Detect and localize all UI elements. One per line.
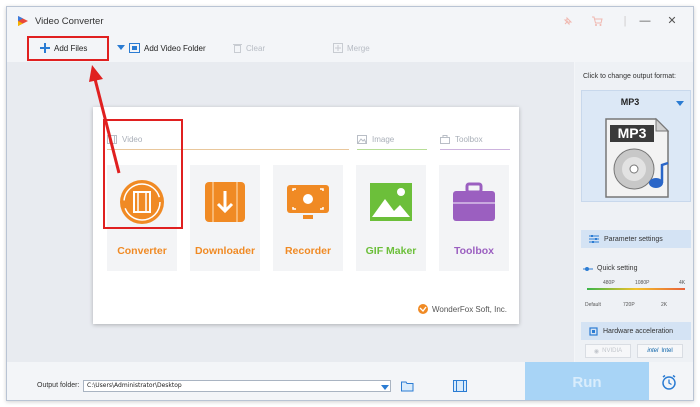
output-side-panel: Click to change output format: MP3 MP3 P… [575, 62, 693, 362]
quick-setting-slider[interactable] [587, 288, 685, 290]
app-window: Video Converter | — ✕ Add Files Add Vide… [6, 6, 694, 401]
intel-option[interactable]: intel Intel [637, 344, 683, 358]
nvidia-option[interactable]: ◉ NVIDIA [585, 344, 631, 358]
recorder-tile[interactable]: Recorder [273, 165, 343, 271]
output-format-selector[interactable]: MP3 MP3 [581, 90, 691, 202]
image-section-line [357, 149, 427, 150]
hardware-acceleration-button[interactable]: Hardware acceleration [581, 322, 691, 340]
intel-label: Intel [661, 348, 673, 354]
gif-maker-label: GIF Maker [365, 245, 417, 257]
tick-4k: 4K [679, 280, 686, 286]
trash-icon [233, 44, 242, 53]
brand: WonderFox Soft, Inc. [418, 304, 507, 314]
chip-icon [589, 326, 598, 336]
parameter-settings-label: Parameter settings [604, 235, 663, 243]
converter-label: Converter [117, 245, 167, 257]
slider-icon [583, 266, 593, 271]
sliders-icon [589, 235, 599, 243]
output-folder-dropdown-icon[interactable] [381, 385, 389, 390]
cart-icon[interactable] [591, 15, 603, 27]
output-format-name: MP3 [620, 97, 640, 107]
main-area: Video Image Toolbox Converter Downloader… [7, 62, 574, 362]
divider-icon: | [623, 15, 627, 27]
output-folder-label: Output folder: [37, 382, 80, 389]
add-video-folder-button[interactable]: Add Video Folder [117, 35, 206, 61]
open-folder-icon[interactable] [401, 381, 415, 392]
app-title: Video Converter [35, 16, 104, 27]
folder-film-icon [129, 43, 140, 53]
output-settings-icon[interactable] [453, 380, 467, 392]
image-mountain-icon [370, 183, 412, 221]
downloader-tile[interactable]: Downloader [190, 165, 260, 271]
output-folder-field[interactable]: C:\Users\Administrator\Desktop [83, 380, 391, 392]
alarm-clock-icon[interactable] [661, 374, 677, 390]
recorder-label: Recorder [284, 245, 332, 257]
mp3-format-icon-text: MP3 [618, 125, 647, 141]
title-bar: Video Converter | — ✕ [7, 7, 693, 35]
monitor-record-icon [287, 185, 329, 219]
add-video-folder-label: Add Video Folder [144, 43, 206, 53]
toolbox-tile[interactable]: Toolbox [439, 165, 509, 271]
converter-highlight [103, 119, 183, 229]
minimize-icon[interactable]: — [637, 13, 653, 29]
download-icon [205, 182, 245, 222]
run-button[interactable]: Run [525, 362, 649, 400]
tick-480p: 480P [603, 280, 615, 286]
quick-setting-label: Quick setting [597, 265, 638, 272]
output-format-hint: Click to change output format: [583, 73, 676, 80]
brand-label: WonderFox Soft, Inc. [432, 304, 507, 314]
downloader-label: Downloader [194, 245, 256, 257]
image-section-header: Image [357, 135, 394, 144]
hardware-acceleration-label: Hardware acceleration [603, 327, 674, 335]
app-logo-icon [18, 16, 28, 26]
nvidia-label: NVIDIA [602, 348, 623, 354]
mp3-format-icon: MP3 [605, 117, 670, 198]
format-dropdown-arrow-icon[interactable] [676, 101, 684, 106]
merge-button[interactable]: Merge [333, 35, 370, 61]
add-files-highlight [27, 36, 109, 61]
clear-label: Clear [246, 43, 266, 53]
intel-logo-icon: intel [647, 348, 659, 354]
toolbox-section-line [440, 149, 510, 150]
close-icon[interactable]: ✕ [664, 13, 680, 29]
tick-720p: 720P [623, 302, 635, 308]
clear-button[interactable]: Clear [233, 35, 265, 61]
merge-icon [333, 43, 343, 53]
image-section-icon [357, 135, 367, 144]
gif-maker-tile[interactable]: GIF Maker [356, 165, 426, 271]
toolbox-icon [453, 182, 495, 221]
quick-setting-header: Quick setting [583, 265, 637, 272]
tick-default: Default [585, 302, 601, 308]
chevron-down-icon[interactable] [117, 45, 125, 51]
toolbox-section-icon [440, 135, 450, 144]
toolbox-section-label: Toolbox [455, 135, 483, 144]
tick-2k: 2K [661, 302, 668, 308]
image-section-label: Image [372, 135, 395, 144]
tick-1080p: 1080P [635, 280, 650, 286]
nvidia-logo-icon: ◉ [593, 348, 600, 355]
toolbox-label: Toolbox [453, 245, 495, 257]
toolbox-section-header: Toolbox [440, 135, 483, 144]
parameter-settings-button[interactable]: Parameter settings [581, 230, 691, 248]
pin-icon[interactable] [562, 15, 574, 27]
wonderfox-logo-icon [418, 304, 428, 314]
bottom-bar: Output folder: C:\Users\Administrator\De… [7, 362, 693, 400]
merge-label: Merge [347, 43, 370, 53]
